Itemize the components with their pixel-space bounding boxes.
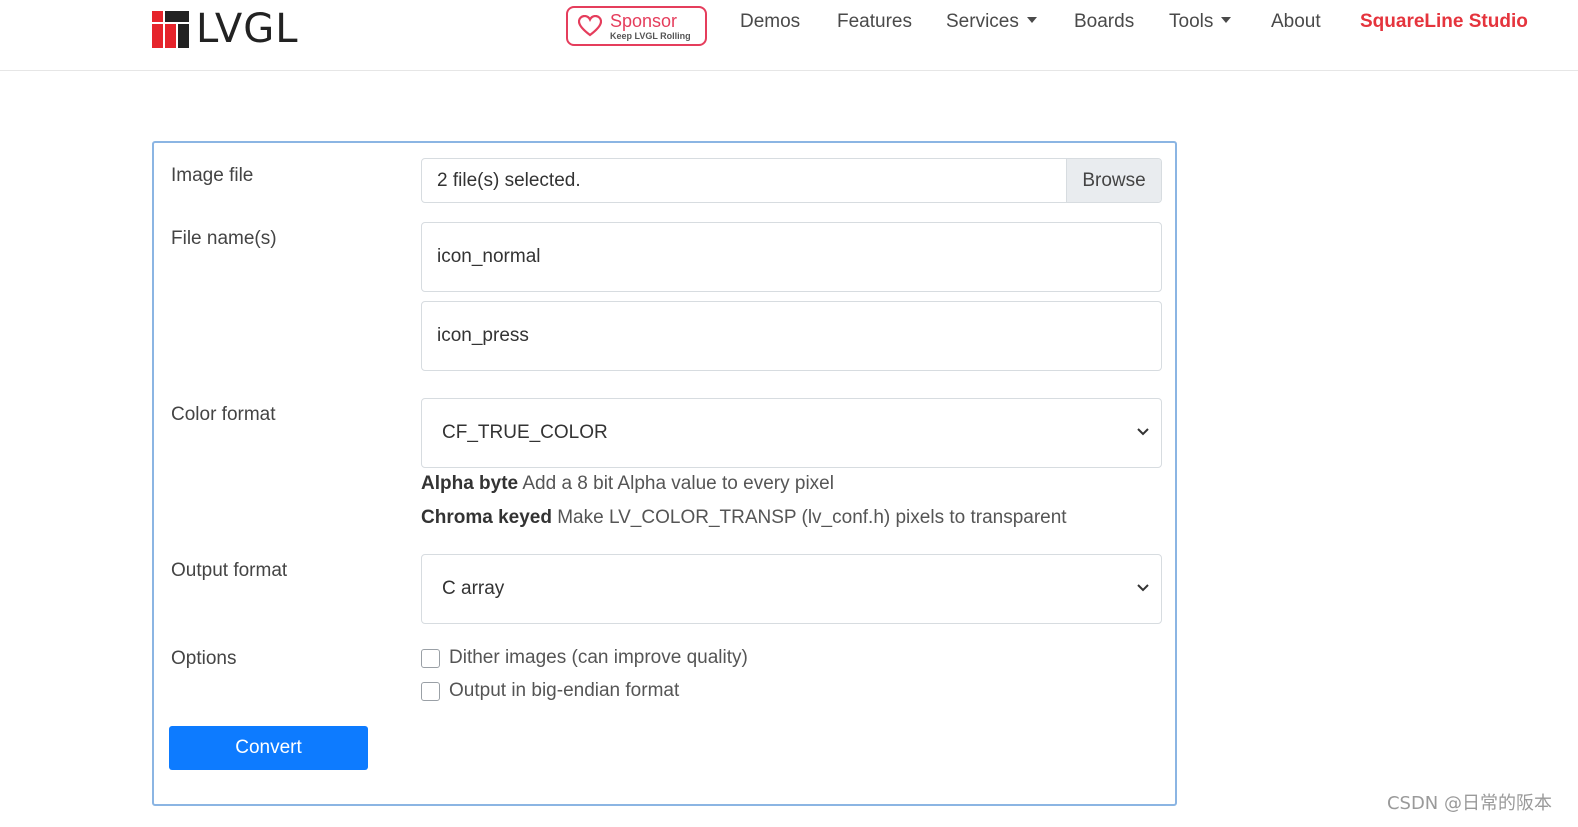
top-navbar: LVGL Sponsor Keep LVGL Rolling Demos Fea… — [0, 0, 1578, 71]
nav-boards-label: Boards — [1074, 11, 1135, 32]
nav-about-label: About — [1271, 11, 1321, 32]
output-format-select[interactable]: C array — [421, 554, 1162, 624]
file-names-label: File name(s) — [171, 228, 277, 249]
file-name-input-1[interactable]: icon_normal — [421, 222, 1162, 292]
nav-tools-dropdown[interactable]: Tools — [1169, 10, 1232, 34]
nav-demos-label: Demos — [740, 11, 801, 32]
nav-squareline-studio[interactable]: SquareLine Studio — [1360, 10, 1528, 34]
checkbox-box[interactable] — [421, 681, 440, 701]
nav-services-label: Services — [946, 11, 1019, 32]
nav-squareline-label: SquareLine Studio — [1360, 11, 1528, 32]
color-format-value: CF_TRUE_COLOR — [442, 422, 608, 443]
dither-images-label: Dither images (can improve quality) — [449, 647, 748, 668]
alpha-byte-desc: Add a 8 bit Alpha value to every pixel — [522, 473, 834, 494]
chroma-keyed-term: Chroma keyed — [421, 507, 552, 528]
csdn-watermark: CSDN @日常的阪本 — [1386, 793, 1552, 814]
nav-boards[interactable]: Boards — [1074, 10, 1134, 34]
nav-services-dropdown[interactable]: Services — [946, 10, 1037, 34]
image-file-label: Image file — [171, 165, 254, 186]
color-format-label: Color format — [171, 404, 276, 425]
selected-files-text: 2 file(s) selected. — [437, 170, 581, 191]
file-name-input-2[interactable]: icon_press — [421, 301, 1162, 371]
image-file-input[interactable]: 2 file(s) selected. Browse — [421, 158, 1162, 203]
nav-features-label: Features — [837, 11, 912, 32]
caret-down-icon — [1221, 16, 1232, 23]
dither-images-checkbox[interactable]: Dither images (can improve quality) — [421, 646, 748, 670]
nav-features[interactable]: Features — [837, 10, 912, 34]
chroma-keyed-help: Chroma keyed Make LV_COLOR_TRANSP (lv_co… — [421, 506, 1067, 530]
image-converter-form: Image file 2 file(s) selected. Browse Fi… — [152, 141, 1177, 806]
chevron-down-icon — [1137, 428, 1149, 436]
alpha-byte-term: Alpha byte — [421, 473, 519, 494]
color-format-select[interactable]: CF_TRUE_COLOR — [421, 398, 1162, 468]
chroma-keyed-desc: Make LV_COLOR_TRANSP (lv_conf.h) pixels … — [557, 507, 1067, 528]
alpha-byte-help: Alpha byte Add a 8 bit Alpha value to ev… — [421, 472, 834, 496]
nav-tools-label: Tools — [1169, 11, 1214, 32]
checkbox-box[interactable] — [421, 648, 440, 668]
nav-about[interactable]: About — [1271, 10, 1321, 34]
big-endian-checkbox[interactable]: Output in big-endian format — [421, 679, 679, 703]
nav-demos[interactable]: Demos — [740, 10, 800, 34]
output-format-label: Output format — [171, 560, 288, 581]
big-endian-label: Output in big-endian format — [449, 680, 680, 701]
output-format-value: C array — [442, 578, 505, 599]
options-label: Options — [171, 648, 237, 669]
chevron-down-icon — [1137, 584, 1149, 592]
browse-button[interactable]: Browse — [1066, 159, 1161, 202]
convert-button[interactable]: Convert — [169, 726, 368, 770]
caret-down-icon — [1026, 16, 1037, 23]
